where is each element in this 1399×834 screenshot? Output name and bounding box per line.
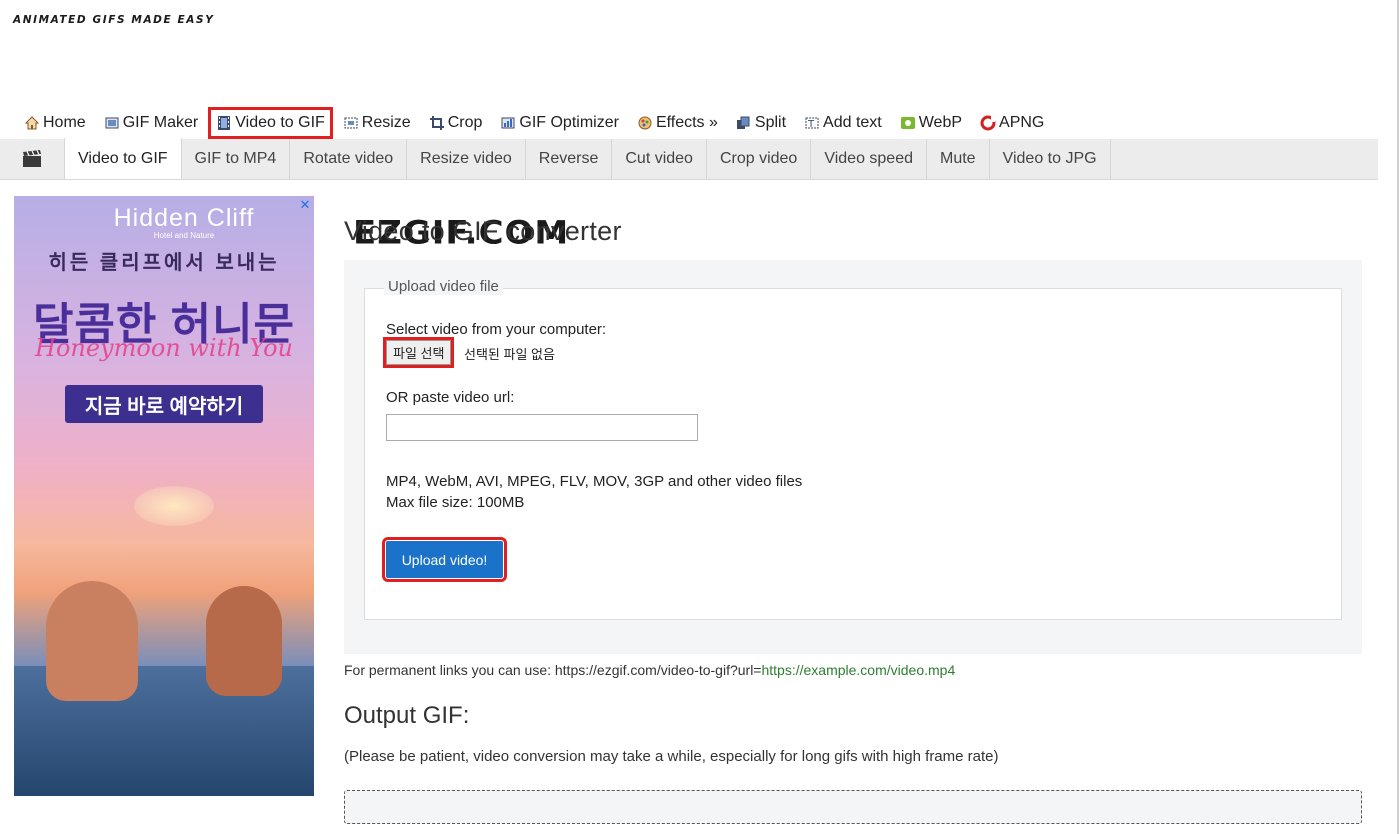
sub-nav: Video to GIF GIF to MP4 Rotate video Res…: [0, 138, 1378, 180]
tab-video-speed[interactable]: Video speed: [811, 139, 927, 179]
ezgif-logo[interactable]: EZGIF.COM ANIMATED GIFS MADE EASY: [10, 14, 568, 250]
ad-brand-sub: Hotel and Nature: [153, 231, 215, 240]
permalink-info: For permanent links you can use: https:/…: [344, 662, 955, 678]
max-file-size: Max file size: 100MB: [386, 494, 525, 511]
ad-sunset: [134, 486, 214, 526]
nav-gif-maker-label: GIF Maker: [122, 114, 199, 131]
ad-person-man: [46, 581, 138, 701]
tab-reverse[interactable]: Reverse: [526, 139, 613, 179]
file-info: MP4, WebM, AVI, MPEG, FLV, MOV, 3GP and …: [386, 471, 802, 513]
video-url-input[interactable]: [386, 414, 698, 441]
nav-video-to-gif[interactable]: Video to GIF: [208, 107, 333, 139]
nav-add-text-label: Add text: [823, 114, 882, 131]
nav-home-label: Home: [43, 114, 86, 131]
ad-headline-3: Honeymoon with You: [35, 334, 293, 362]
no-file-text: 선택된 파일 없음: [464, 347, 555, 362]
nav-webp-label: WebP: [918, 114, 963, 131]
add-text-icon: T: [805, 117, 819, 130]
upload-panel: Upload video file Select video from your…: [344, 260, 1362, 654]
advertisement-banner[interactable]: ✕ Hidden Cliff Hotel and Nature 히든 클리프에서…: [14, 196, 314, 796]
nav-effects[interactable]: Effects »: [631, 109, 724, 137]
clapperboard-icon: [0, 139, 64, 179]
nav-home[interactable]: Home: [18, 109, 92, 137]
nav-webp[interactable]: WebP: [894, 109, 968, 137]
choose-file-button[interactable]: 파일 선택: [382, 337, 455, 368]
output-gif-title: Output GIF:: [344, 702, 470, 729]
nav-gif-optimizer-label: GIF Optimizer: [519, 114, 619, 131]
effects-icon: [638, 116, 652, 130]
crop-icon: [429, 116, 444, 130]
nav-add-text[interactable]: T Add text: [798, 109, 888, 137]
tab-video-to-jpg[interactable]: Video to JPG: [990, 139, 1111, 179]
page-title: Video to GIF converter: [344, 216, 622, 246]
apng-icon: [980, 115, 996, 131]
tab-rotate-video[interactable]: Rotate video: [290, 139, 408, 179]
film-icon: [218, 116, 231, 130]
nav-apng[interactable]: APNG: [974, 109, 1050, 137]
upload-video-button[interactable]: Upload video!: [382, 537, 507, 582]
supported-formats: MP4, WebM, AVI, MPEG, FLV, MOV, 3GP and …: [386, 473, 803, 490]
tab-resize-video[interactable]: Resize video: [407, 139, 526, 179]
url-label: OR paste video url:: [386, 389, 515, 406]
nav-gif-optimizer[interactable]: GIF Optimizer: [494, 109, 625, 137]
nav-gif-maker[interactable]: GIF Maker: [98, 109, 205, 137]
svg-text:T: T: [807, 119, 815, 130]
ad-headline-1: 히든 클리프에서 보내는: [48, 252, 280, 274]
nav-effects-label: Effects »: [655, 114, 718, 131]
nav-split-label: Split: [754, 114, 787, 131]
nav-split[interactable]: Split: [730, 109, 792, 137]
webp-icon: [900, 117, 915, 129]
tab-crop-video[interactable]: Crop video: [707, 139, 812, 179]
nav-crop[interactable]: Crop: [423, 109, 489, 137]
nav-apng-label: APNG: [999, 114, 1045, 131]
nav-crop-label: Crop: [447, 114, 483, 131]
main-content: Video to GIF converter Upload video file…: [343, 200, 1363, 824]
logo-tagline: ANIMATED GIFS MADE EASY: [13, 14, 215, 26]
home-icon: [24, 116, 40, 130]
page: EZGIF.COM ANIMATED GIFS MADE EASY Home G…: [0, 0, 1399, 834]
ad-brand: Hidden Cliff: [113, 204, 255, 232]
gif-maker-icon: [105, 117, 119, 129]
top-nav: Home GIF Maker Video to GIF Resize Crop …: [18, 107, 1056, 139]
nav-resize-label: Resize: [361, 114, 411, 131]
ad-cta-button[interactable]: 지금 바로 예약하기: [65, 385, 263, 423]
upload-legend: Upload video file: [384, 278, 503, 295]
nav-video-to-gif-label: Video to GIF: [235, 114, 325, 131]
optimizer-icon: [501, 117, 515, 129]
ad-person-woman: [206, 586, 282, 696]
permalink-example-url[interactable]: https://example.com/video.mp4: [761, 662, 955, 678]
permalink-prefix: For permanent links you can use: https:/…: [344, 662, 762, 678]
tab-cut-video[interactable]: Cut video: [612, 139, 707, 179]
resize-icon: [344, 117, 358, 129]
tab-video-to-gif[interactable]: Video to GIF: [64, 138, 182, 179]
tab-mute[interactable]: Mute: [927, 139, 990, 179]
patience-note: (Please be patient, video conversion may…: [344, 748, 999, 765]
split-icon: [736, 116, 750, 129]
tab-gif-to-mp4[interactable]: GIF to MP4: [182, 139, 291, 179]
upload-fieldset: Upload video file Select video from your…: [364, 278, 1342, 620]
nav-resize[interactable]: Resize: [337, 109, 417, 137]
select-file-label: Select video from your computer:: [386, 321, 607, 338]
output-gif-box: [344, 790, 1362, 824]
